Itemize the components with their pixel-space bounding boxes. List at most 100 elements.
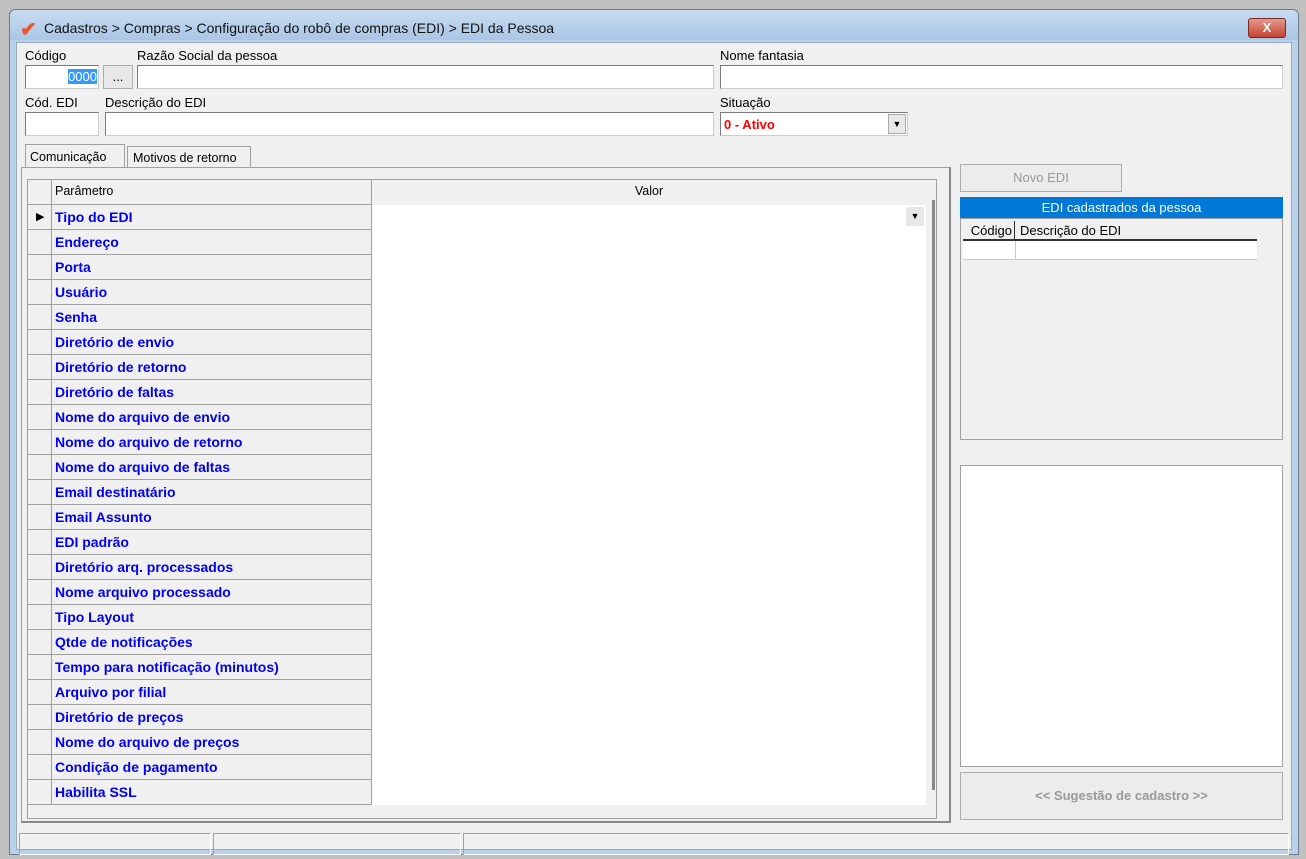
table-row[interactable]: Email Assunto	[28, 505, 926, 530]
param-name: Qtde de notificações	[52, 630, 372, 655]
status-panel-2	[213, 833, 461, 855]
edi-list: Código Descrição do EDI	[960, 218, 1283, 440]
razao-label: Razão Social da pessoa	[137, 48, 278, 63]
param-value[interactable]	[372, 480, 926, 505]
chevron-down-icon[interactable]: ▼	[906, 207, 924, 226]
param-name: Nome arquivo processado	[52, 580, 372, 605]
table-row[interactable]: Email destinatário	[28, 480, 926, 505]
fantasia-input[interactable]	[720, 65, 1283, 89]
table-row[interactable]: Diretório de envio	[28, 330, 926, 355]
param-value[interactable]	[372, 730, 926, 755]
window: ✔ Cadastros > Compras > Configuração do …	[9, 9, 1299, 855]
row-indicator	[28, 555, 52, 580]
title-bar: ✔ Cadastros > Compras > Configuração do …	[10, 10, 1298, 41]
param-value[interactable]	[372, 630, 926, 655]
table-row[interactable]: Endereço	[28, 230, 926, 255]
chevron-down-icon[interactable]: ▼	[888, 114, 906, 134]
razao-input[interactable]	[137, 65, 714, 89]
row-indicator	[28, 655, 52, 680]
header-valor: Valor	[372, 180, 926, 205]
table-row[interactable]: Diretório de retorno	[28, 355, 926, 380]
situacao-select[interactable]: 0 - Ativo ▼	[720, 112, 908, 136]
table-row[interactable]: Nome arquivo processado	[28, 580, 926, 605]
param-name: Nome do arquivo de retorno	[52, 430, 372, 455]
param-value[interactable]	[372, 655, 926, 680]
param-value[interactable]	[372, 705, 926, 730]
param-value[interactable]	[372, 280, 926, 305]
cod-edi-input[interactable]	[25, 112, 99, 136]
param-value[interactable]	[372, 255, 926, 280]
col-descricao: Descrição do EDI	[1020, 223, 1122, 238]
descricao-input[interactable]	[105, 112, 714, 136]
param-name: Nome do arquivo de faltas	[52, 455, 372, 480]
row-indicator	[28, 455, 52, 480]
param-name: Diretório de retorno	[52, 355, 372, 380]
param-value[interactable]	[372, 380, 926, 405]
param-value[interactable]	[372, 605, 926, 630]
table-row[interactable]: Nome do arquivo de envio	[28, 405, 926, 430]
codigo-input[interactable]: 0000	[25, 65, 99, 89]
parameters-grid: Parâmetro Valor ▶ Tipo do EDI ▼ Endereço…	[27, 179, 937, 819]
param-value[interactable]	[372, 305, 926, 330]
param-name: Email destinatário	[52, 480, 372, 505]
cod-edi-label: Cód. EDI	[25, 95, 78, 110]
param-value[interactable]	[372, 505, 926, 530]
table-row[interactable]: Qtde de notificações	[28, 630, 926, 655]
param-value[interactable]	[372, 555, 926, 580]
table-row[interactable]: Nome do arquivo de preços	[28, 730, 926, 755]
param-value[interactable]	[372, 355, 926, 380]
table-row[interactable]: Usuário	[28, 280, 926, 305]
param-value[interactable]	[372, 580, 926, 605]
param-value[interactable]	[372, 680, 926, 705]
row-indicator	[28, 280, 52, 305]
table-row[interactable]: Condição de pagamento	[28, 755, 926, 780]
codigo-label: Código	[25, 48, 67, 63]
table-row[interactable]: Nome do arquivo de faltas	[28, 455, 926, 480]
row-indicator	[28, 680, 52, 705]
param-value[interactable]	[372, 780, 926, 805]
param-value[interactable]	[372, 405, 926, 430]
param-value[interactable]	[372, 755, 926, 780]
table-row[interactable]: Habilita SSL	[28, 780, 926, 805]
table-row[interactable]: Nome do arquivo de retorno	[28, 430, 926, 455]
table-row[interactable]: Diretório arq. processados	[28, 555, 926, 580]
tab-comunicacao[interactable]: Comunicação	[25, 144, 125, 168]
row-indicator	[28, 580, 52, 605]
lookup-button[interactable]: ...	[103, 65, 133, 89]
window-title: Cadastros > Compras > Configuração do ro…	[44, 20, 555, 36]
param-name: Diretório de faltas	[52, 380, 372, 405]
situacao-label: Situação	[720, 95, 771, 110]
table-row[interactable]: Diretório de preços	[28, 705, 926, 730]
novo-edi-button[interactable]: Novo EDI	[960, 164, 1122, 192]
param-value[interactable]	[372, 330, 926, 355]
tab-motivos-retorno[interactable]: Motivos de retorno	[127, 146, 251, 168]
table-row[interactable]: ▶ Tipo do EDI ▼	[28, 205, 926, 230]
table-row[interactable]: Porta	[28, 255, 926, 280]
param-value[interactable]	[372, 530, 926, 555]
table-row[interactable]: Diretório de faltas	[28, 380, 926, 405]
row-indicator	[28, 730, 52, 755]
param-value[interactable]	[372, 430, 926, 455]
param-name: Usuário	[52, 280, 372, 305]
table-row[interactable]: Senha	[28, 305, 926, 330]
table-row[interactable]: Tempo para notificação (minutos)	[28, 655, 926, 680]
sugestao-cadastro-button[interactable]: << Sugestão de cadastro >>	[960, 772, 1283, 820]
param-value[interactable]: ▼	[372, 205, 926, 230]
close-button[interactable]: X	[1248, 18, 1286, 38]
row-indicator	[28, 405, 52, 430]
scrollbar[interactable]	[932, 200, 935, 790]
edi-list-row[interactable]	[963, 241, 1257, 260]
table-row[interactable]: Arquivo por filial	[28, 680, 926, 705]
param-value[interactable]	[372, 230, 926, 255]
row-indicator	[28, 380, 52, 405]
status-panel-1	[19, 833, 211, 855]
table-row[interactable]: EDI padrão	[28, 530, 926, 555]
edi-list-header: Código Descrição do EDI	[963, 221, 1257, 241]
row-indicator	[28, 630, 52, 655]
param-value[interactable]	[372, 455, 926, 480]
row-indicator	[28, 530, 52, 555]
table-row[interactable]: Tipo Layout	[28, 605, 926, 630]
col-codigo: Código	[963, 221, 1015, 241]
param-name: Senha	[52, 305, 372, 330]
fantasia-label: Nome fantasia	[720, 48, 804, 63]
